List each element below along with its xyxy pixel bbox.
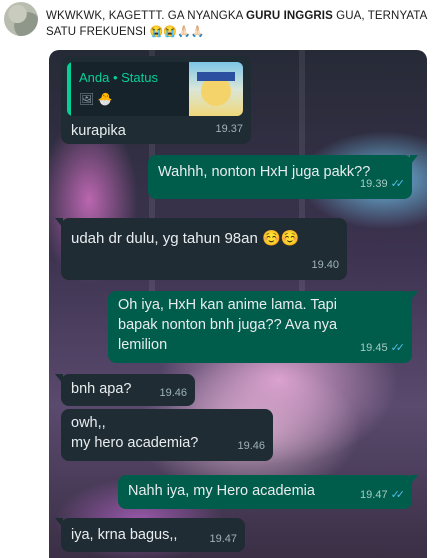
message-time: 19.46 — [237, 437, 265, 456]
quote-media-icons: 🖼 🐣 — [79, 92, 113, 106]
message-bubble-incoming[interactable]: bnh apa? 19.46 — [55, 374, 195, 406]
bubble-tail — [55, 374, 63, 384]
message-text: Wahhh, nonton HxH juga pakk?? — [158, 164, 371, 180]
chat-screenshot: Anda • Status 🖼 🐣 kurapika 19.37 Wahhh, … — [49, 50, 427, 558]
post-text-bold: GURU INGGRIS — [246, 10, 333, 22]
status-thumbnail — [189, 62, 243, 116]
message-time: 19.39 ✓✓ — [360, 175, 406, 194]
message-text-line: lemilion — [118, 337, 168, 353]
message-time: 19.47 ✓✓ — [360, 486, 406, 505]
message-text-line: bapak nonton bnh juga?? Ava nya — [118, 317, 338, 333]
time-label: 19.47 — [209, 533, 237, 545]
read-receipt-icon: ✓✓ — [390, 342, 406, 354]
post-header: WKWKWK, KAGETTT. GA NYANGKA GURU INGGRIS… — [0, 0, 446, 48]
post-text-part: WKWKWK, KAGETTT. GA NYANGKA — [46, 10, 247, 22]
message-bubble-incoming[interactable]: iya, krna bagus,, 19.47 — [55, 518, 245, 552]
message-time: 19.47 — [209, 530, 237, 549]
time-label: 19.46 — [159, 387, 187, 399]
message-text-line: owh,, — [71, 415, 106, 431]
message-text-line: Oh iya, HxH kan anime lama. Tapi — [118, 297, 337, 313]
bubble-tail — [55, 518, 63, 528]
bubble-tail — [410, 291, 418, 301]
time-label: 19.37 — [215, 123, 243, 135]
message-time: 19.40 — [311, 256, 339, 275]
message-text: udah dr dulu, yg tahun 98an ☺️☺️ — [71, 230, 300, 247]
bubble-tail — [410, 155, 418, 165]
time-label: 19.47 — [360, 489, 388, 501]
message-text-line: my hero academia? — [71, 435, 199, 451]
message-time: 19.46 — [159, 384, 187, 403]
message-bubble-incoming[interactable]: udah dr dulu, yg tahun 98an ☺️☺️ 19.40 — [55, 218, 347, 280]
message-text: bnh apa? — [71, 381, 132, 397]
message-bubble-outgoing[interactable]: Oh iya, HxH kan anime lama. Tapi bapak n… — [108, 291, 418, 363]
time-label: 19.39 — [360, 178, 388, 190]
message-bubble-outgoing[interactable]: Nahh iya, my Hero academia 19.47 ✓✓ — [118, 475, 418, 509]
message-text: Nahh iya, my Hero academia — [128, 483, 315, 499]
post-emoji: 😭😭🙏🏻🙏🏻 — [149, 26, 205, 38]
bubble-tail — [55, 218, 63, 228]
message-bubble-outgoing[interactable]: Wahhh, nonton HxH juga pakk?? 19.39 ✓✓ — [148, 155, 418, 199]
message-text: kurapika — [71, 123, 126, 139]
read-receipt-icon: ✓✓ — [390, 178, 406, 190]
message-bubble-incoming[interactable]: Anda • Status 🖼 🐣 kurapika 19.37 — [61, 56, 251, 144]
message-text: iya, krna bagus,, — [71, 527, 178, 543]
message-bubble-incoming[interactable]: owh,, my hero academia? 19.46 — [61, 409, 273, 461]
quote-sender: Anda • Status — [79, 70, 158, 85]
avatar[interactable] — [4, 2, 38, 36]
bubble-tail — [410, 475, 418, 485]
time-label: 19.46 — [237, 440, 265, 452]
time-label: 19.40 — [311, 259, 339, 271]
message-time: 19.45 ✓✓ — [360, 339, 406, 358]
quoted-status[interactable]: Anda • Status 🖼 🐣 — [67, 62, 243, 116]
post-text: WKWKWK, KAGETTT. GA NYANGKA GURU INGGRIS… — [46, 8, 438, 40]
quote-accent-bar — [67, 62, 71, 116]
read-receipt-icon: ✓✓ — [390, 489, 406, 501]
time-label: 19.45 — [360, 342, 388, 354]
message-time: 19.37 — [215, 120, 243, 139]
thumbnail-headband — [197, 72, 235, 81]
